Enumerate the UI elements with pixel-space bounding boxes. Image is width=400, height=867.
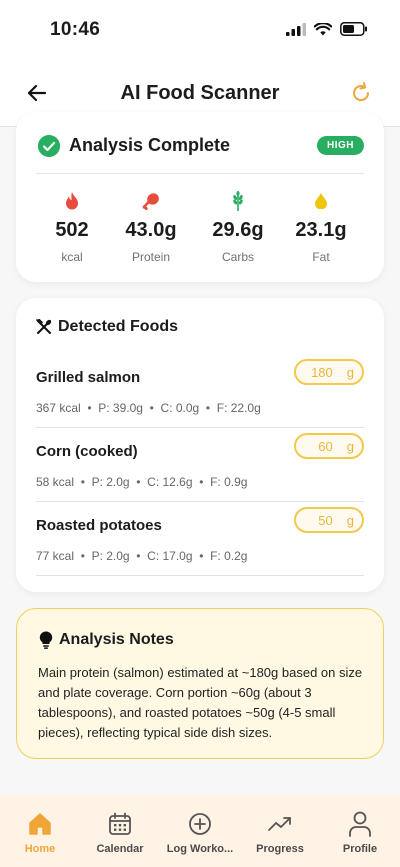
food-name: Roasted potatoes — [36, 517, 162, 534]
tab-label: Log Worko... — [166, 843, 234, 855]
food-carbs: C: 0.0g — [160, 401, 200, 415]
macro-label: Fat — [312, 250, 330, 264]
food-fat: F: 22.0g — [216, 401, 261, 415]
macro-value: 23.1g — [295, 219, 347, 241]
analysis-summary-card: Analysis Complete HIGH 502 kcal 43.0g Pr… — [16, 112, 384, 282]
detected-foods-card: Detected Foods Grilled salmon 180 g 367 … — [16, 298, 384, 592]
food-kcal: 58 kcal — [36, 475, 75, 489]
utensils-icon — [36, 319, 52, 334]
macro-carbs: 29.6g Carbs — [196, 190, 280, 264]
macro-fat: 23.1g Fat — [279, 190, 363, 264]
macro-label: Protein — [131, 250, 171, 264]
analysis-notes-title: Analysis Notes — [59, 631, 174, 648]
food-carbs: C: 12.6g — [147, 475, 193, 489]
person-icon — [349, 811, 371, 837]
tab-label: Home — [24, 843, 56, 855]
macro-calories: 502 kcal — [30, 190, 114, 264]
plus-circle-icon — [189, 813, 211, 835]
bottom-tab-bar: Home Calendar Log Worko... Progress Prof… — [0, 795, 400, 867]
trending-up-icon — [268, 817, 291, 831]
status-bar: 10:46 — [0, 0, 400, 60]
tab-progress[interactable]: Progress — [240, 811, 320, 855]
calendar-icon — [109, 812, 131, 835]
macro-protein: 43.0g Protein — [109, 190, 193, 264]
drumstick-icon — [142, 193, 159, 210]
food-nutrition: 367 kcal • P: 39.0g • C: 0.0g • F: 22.0g — [36, 401, 261, 415]
food-protein: P: 39.0g — [98, 401, 143, 415]
macro-value: 29.6g — [212, 219, 264, 241]
food-nutrition: 77 kcal • P: 2.0g • C: 17.0g • F: 0.2g — [36, 549, 248, 563]
quantity-unit: g — [346, 438, 354, 454]
food-fat: F: 0.9g — [210, 475, 248, 489]
quantity-value: 60 — [318, 438, 333, 454]
food-protein: P: 2.0g — [91, 549, 130, 563]
drop-icon — [315, 193, 327, 209]
status-icons — [286, 22, 368, 36]
tab-profile[interactable]: Profile — [320, 811, 400, 855]
battery-icon — [340, 22, 367, 36]
food-kcal: 77 kcal — [36, 549, 75, 563]
detected-foods-title: Detected Foods — [58, 318, 179, 335]
signal-icon — [286, 22, 306, 36]
tab-log-workout[interactable]: Log Worko... — [160, 811, 240, 855]
macro-value: 502 — [55, 219, 89, 241]
check-circle-icon — [38, 135, 60, 157]
page-title: AI Food Scanner — [120, 82, 280, 104]
food-name: Corn (cooked) — [36, 443, 138, 460]
analysis-status-title: Analysis Complete — [69, 135, 231, 155]
tab-home[interactable]: Home — [0, 811, 80, 855]
food-kcal: 367 kcal — [36, 401, 81, 415]
refresh-icon[interactable] — [348, 80, 374, 106]
wheat-icon — [233, 191, 243, 211]
food-item: Grilled salmon 180 g 367 kcal • P: 39.0g… — [36, 354, 364, 428]
home-icon — [29, 813, 51, 835]
quantity-input[interactable]: 180 g — [294, 359, 364, 385]
macro-label: Carbs — [221, 250, 254, 264]
analysis-notes-text: Main protein (salmon) estimated at ~180g… — [38, 665, 363, 740]
quantity-unit: g — [346, 364, 354, 380]
food-protein: P: 2.0g — [91, 475, 130, 489]
lightbulb-icon — [39, 631, 53, 649]
analysis-notes-card: Analysis Notes Main protein (salmon) est… — [16, 608, 384, 759]
food-nutrition: 58 kcal • P: 2.0g • C: 12.6g • F: 0.9g — [36, 475, 248, 489]
flame-icon — [66, 192, 78, 210]
status-time: 10:46 — [50, 19, 101, 40]
tab-calendar[interactable]: Calendar — [80, 811, 160, 855]
confidence-badge: HIGH — [317, 136, 364, 155]
macro-label: kcal — [61, 250, 83, 264]
tab-label: Progress — [256, 843, 304, 855]
tab-label: Calendar — [96, 843, 144, 855]
quantity-value: 180 — [311, 364, 333, 380]
quantity-value: 50 — [318, 512, 333, 528]
analysis-notes-header: Analysis Notes — [39, 631, 174, 649]
wifi-icon — [314, 22, 332, 35]
macro-value: 43.0g — [125, 219, 177, 241]
tab-label: Profile — [342, 843, 378, 855]
quantity-input[interactable]: 60 g — [294, 433, 364, 459]
food-fat: F: 0.2g — [210, 549, 248, 563]
quantity-unit: g — [346, 512, 354, 528]
detected-foods-header: Detected Foods — [36, 318, 178, 336]
quantity-input[interactable]: 50 g — [294, 507, 364, 533]
food-item: Corn (cooked) 60 g 58 kcal • P: 2.0g • C… — [36, 428, 364, 502]
food-carbs: C: 17.0g — [147, 549, 193, 563]
food-item: Roasted potatoes 50 g 77 kcal • P: 2.0g … — [36, 502, 364, 576]
divider — [36, 173, 364, 174]
food-name: Grilled salmon — [36, 369, 141, 386]
